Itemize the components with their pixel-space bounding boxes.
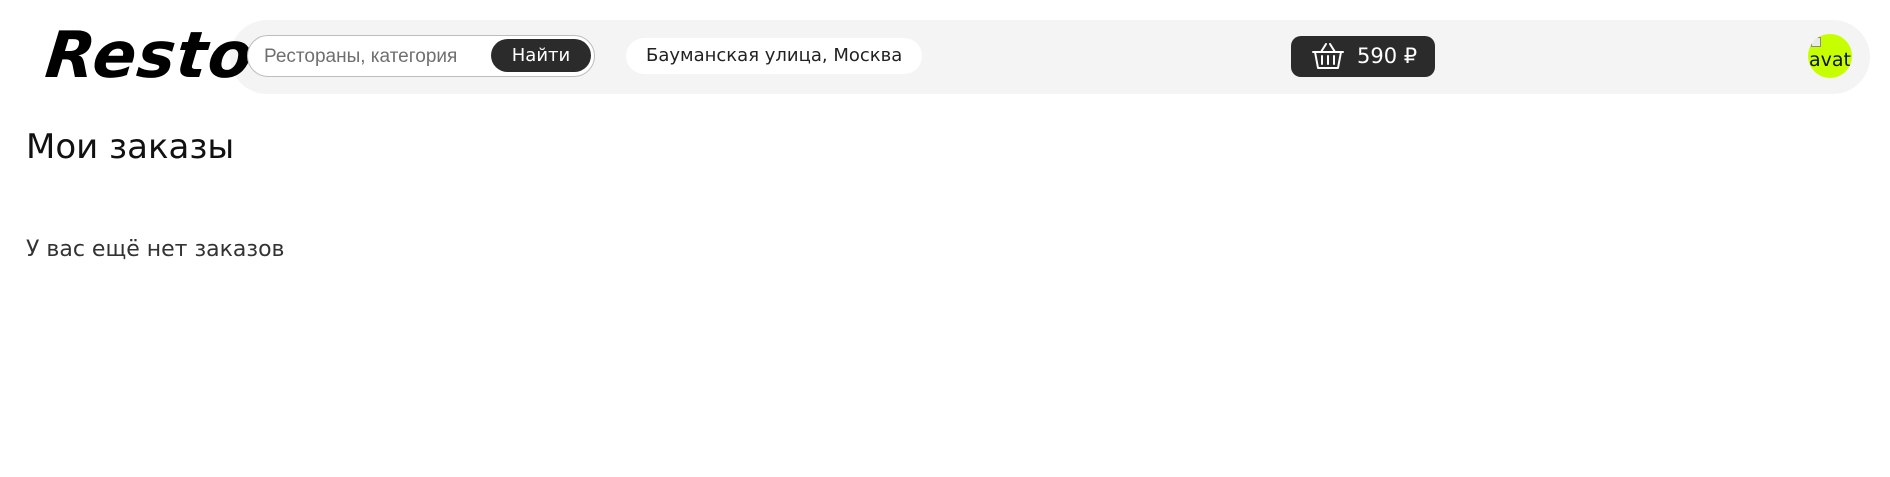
- avatar[interactable]: avatar: [1808, 34, 1852, 78]
- empty-orders-message: У вас ещё нет заказов: [26, 237, 285, 262]
- search-form: Найти: [247, 35, 595, 77]
- cart-button[interactable]: 590 ₽: [1291, 36, 1435, 77]
- page-title: Мои заказы: [26, 127, 235, 167]
- search-button[interactable]: Найти: [491, 39, 591, 72]
- cart-total: 590 ₽: [1357, 44, 1418, 68]
- logo[interactable]: Resto: [42, 18, 257, 94]
- broken-image-icon: [1811, 37, 1821, 47]
- basket-icon: [1312, 43, 1344, 69]
- avatar-alt-text: avatar: [1809, 49, 1852, 71]
- search-input[interactable]: [262, 36, 496, 77]
- delivery-address[interactable]: Бауманская улица, Москва: [626, 38, 923, 74]
- orders-page: Resto Найти Бауманская улица, Москва 590…: [0, 0, 1890, 477]
